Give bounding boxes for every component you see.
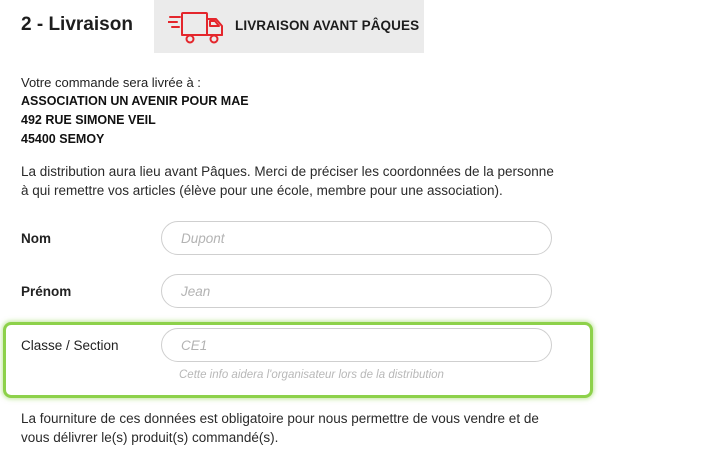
classe-helper-text: Cette info aidera l'organisateur lors de… <box>179 369 444 381</box>
prenom-input[interactable] <box>161 274 552 308</box>
address-line-2: 492 RUE SIMONE VEIL <box>21 113 156 127</box>
mandatory-notice-line-2: vous délivrer le(s) produit(s) commandé(… <box>21 430 279 445</box>
classe-input[interactable] <box>161 328 552 362</box>
distribution-info-line-2: à qui remettre vos articles (élève pour … <box>21 183 503 198</box>
address-intro: Votre commande sera livrée à : <box>21 75 201 90</box>
delivery-truck-icon <box>168 12 223 44</box>
delivery-badge: LIVRAISON AVANT PÂQUES <box>154 0 424 53</box>
nom-input[interactable] <box>161 221 552 255</box>
distribution-info: La distribution aura lieu avant Pâques. … <box>21 162 601 200</box>
nom-label: Nom <box>21 231 51 246</box>
address-line-3: 45400 SEMOY <box>21 132 105 146</box>
prenom-label: Prénom <box>21 284 72 299</box>
delivery-address: Votre commande sera livrée à : ASSOCIATI… <box>21 73 249 149</box>
address-line-1: ASSOCIATION UN AVENIR POUR MAE <box>21 94 249 108</box>
section-title: 2 - Livraison <box>21 14 133 35</box>
classe-label: Classe / Section <box>21 338 119 353</box>
mandatory-notice-line-1: La fourniture de ces données est obligat… <box>21 411 539 426</box>
distribution-info-line-1: La distribution aura lieu avant Pâques. … <box>21 164 554 179</box>
delivery-badge-label: LIVRAISON AVANT PÂQUES <box>235 18 420 33</box>
mandatory-notice: La fourniture de ces données est obligat… <box>21 409 601 447</box>
